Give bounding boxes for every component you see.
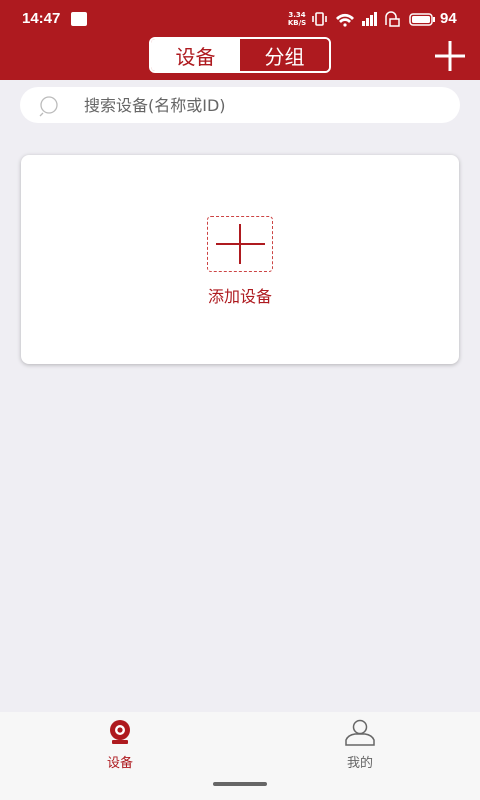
status-time: 14:47 [22, 10, 61, 27]
add-device-card[interactable]: 添加设备 [21, 155, 459, 364]
bottom-tab-devices[interactable]: 设备 [80, 718, 160, 772]
signal-icon [362, 12, 377, 26]
segment-control: 设备 分组 [149, 37, 331, 73]
bottom-tab-mine-label: 我的 [346, 756, 373, 771]
status-icons [312, 11, 435, 27]
app-header: 14:47 3.34 KB/S 94 设备 分组 [0, 0, 480, 80]
add-device-button[interactable] [207, 216, 273, 272]
user-icon [345, 719, 375, 746]
vibrate-icon [312, 12, 327, 26]
add-device-label: 添加设备 [207, 287, 272, 306]
search-input[interactable] [84, 87, 444, 123]
battery-icon [409, 13, 435, 26]
network-speed-value: 3.34 [288, 11, 306, 19]
home-indicator[interactable] [213, 782, 267, 786]
bottom-tab-mine[interactable]: 我的 [320, 718, 400, 772]
search-icon [39, 96, 58, 117]
add-device-plus-icon[interactable] [432, 38, 468, 74]
network-speed-unit: KB/S [287, 19, 307, 27]
tab-groups[interactable]: 分组 [240, 39, 329, 71]
network-speed: 3.34 KB/S [286, 11, 308, 27]
wifi-icon [336, 13, 354, 27]
status-bar: 14:47 3.34 KB/S 94 [0, 0, 480, 36]
search-bar [20, 87, 460, 123]
battery-level: 94 [440, 10, 457, 27]
app-notification-icon [71, 12, 87, 26]
add-plus-icon [216, 224, 265, 264]
hd-icon [385, 11, 400, 27]
bottom-tab-bar: 设备 我的 [0, 712, 480, 800]
camera-icon [110, 720, 130, 744]
tab-devices[interactable]: 设备 [151, 39, 240, 71]
bottom-tab-devices-label: 设备 [106, 756, 133, 771]
